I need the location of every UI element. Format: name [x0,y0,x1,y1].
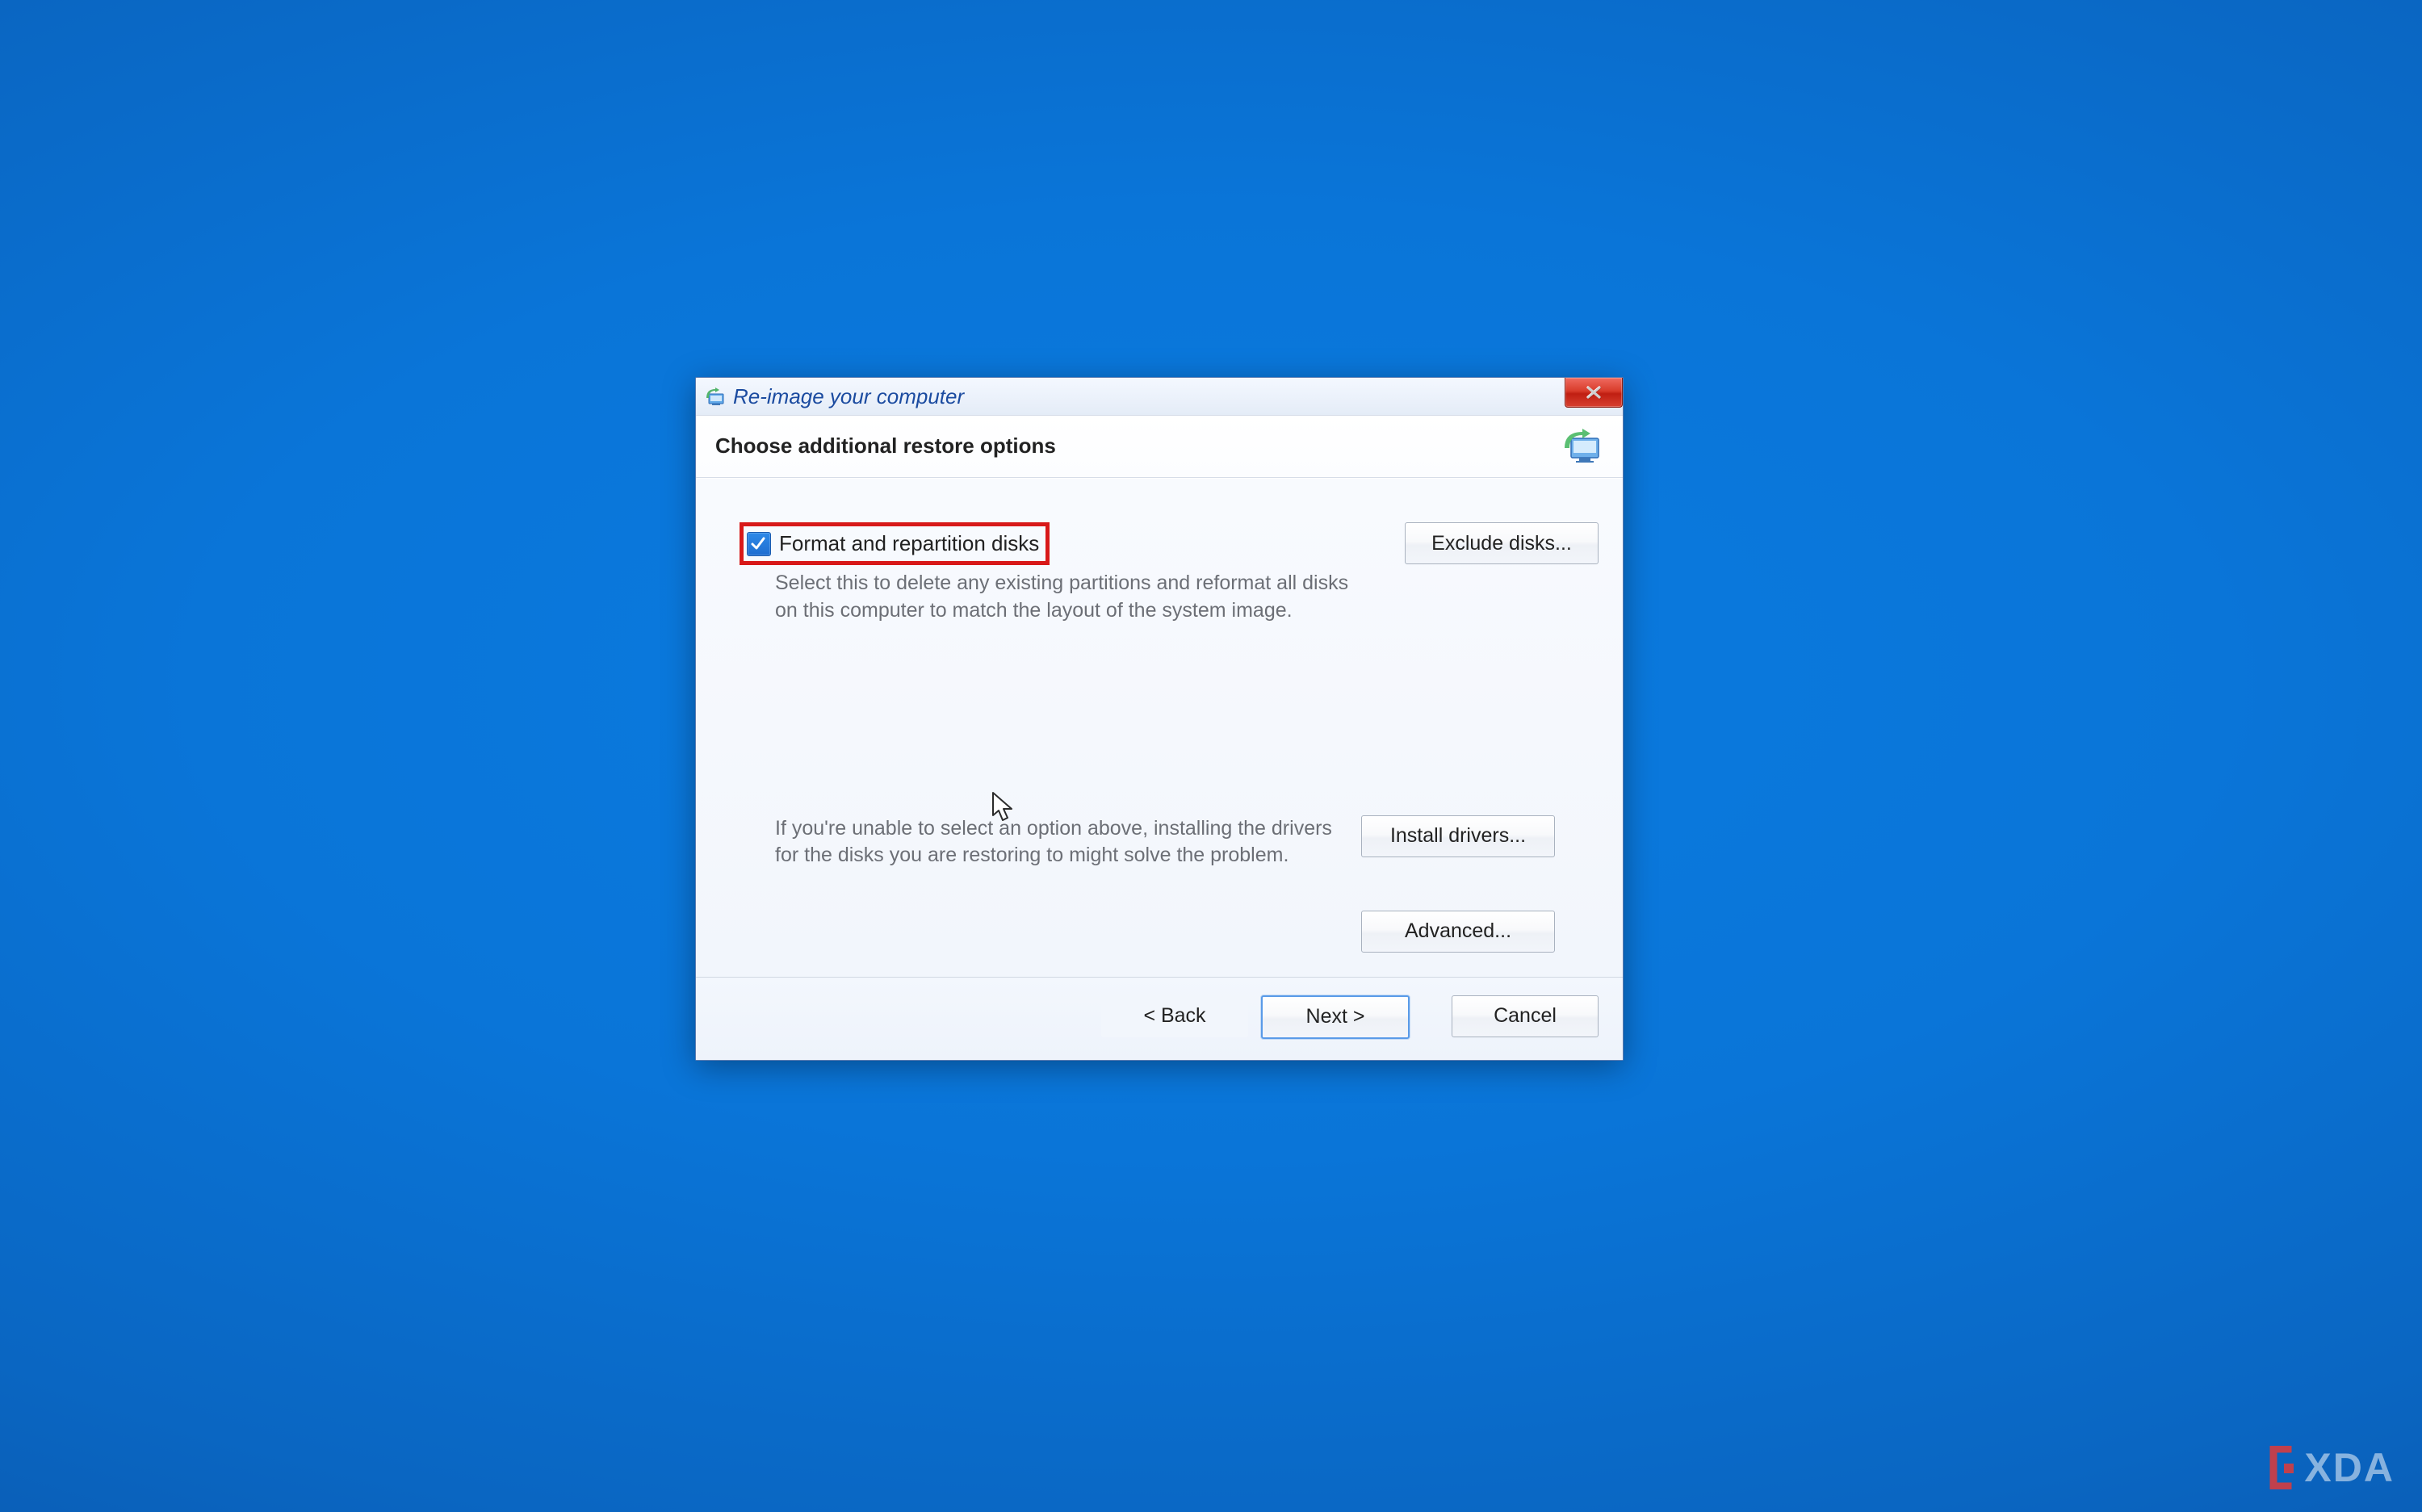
driver-help-text: If you're unable to select an option abo… [775,815,1361,870]
format-repartition-label: Format and repartition disks [779,531,1039,556]
xda-watermark-text: XDA [2304,1444,2395,1491]
next-button[interactable]: Next > [1261,995,1410,1039]
subheader: Choose additional restore options [696,416,1623,478]
checkmark-icon [750,535,766,551]
dialog-footer: < Back Next > Cancel [696,977,1623,1060]
content-area: Format and repartition disks Select this… [696,478,1623,977]
reimage-app-icon [704,386,727,407]
window-title: Re-image your computer [733,384,964,409]
back-button[interactable]: < Back [1101,995,1248,1037]
xda-bracket-icon [2264,1446,2299,1489]
page-title: Choose additional restore options [715,433,1056,459]
xda-watermark: XDA [2264,1444,2395,1491]
format-repartition-checkbox[interactable] [747,532,771,556]
reimage-dialog: Re-image your computer Choose additional… [695,377,1624,1061]
format-option-description: Select this to delete any existing parti… [775,570,1364,625]
cancel-button[interactable]: Cancel [1452,995,1599,1037]
advanced-button[interactable]: Advanced... [1361,911,1555,953]
format-option-highlight: Format and repartition disks [740,522,1050,565]
close-button[interactable] [1565,378,1623,408]
close-icon [1585,385,1603,400]
install-drivers-button[interactable]: Install drivers... [1361,815,1555,857]
exclude-disks-button[interactable]: Exclude disks... [1405,522,1599,564]
reimage-large-icon [1560,427,1603,464]
titlebar[interactable]: Re-image your computer [696,378,1623,416]
